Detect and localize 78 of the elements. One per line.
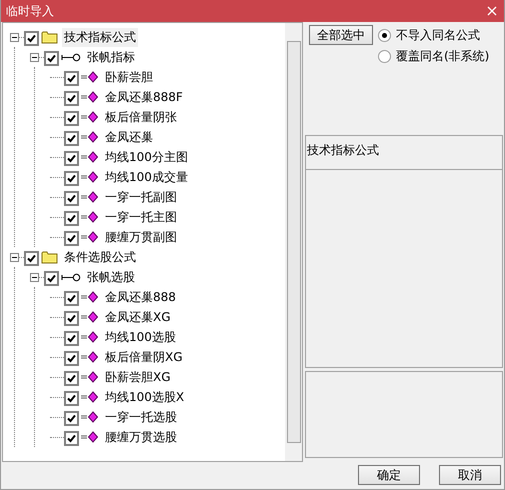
- key-icon: [61, 272, 81, 282]
- info-text: 技术指标公式: [307, 143, 379, 157]
- tree-item[interactable]: 金凤还巢: [103, 128, 155, 146]
- checkbox[interactable]: [64, 370, 79, 386]
- checkbox[interactable]: [64, 150, 79, 166]
- tree-item[interactable]: 张帆选股: [85, 268, 137, 286]
- formula-icon: [81, 351, 99, 363]
- ok-button[interactable]: 确定: [358, 465, 420, 485]
- formula-icon: [81, 131, 99, 143]
- tree-item[interactable]: 板后倍量阴XG: [103, 348, 185, 366]
- checkbox[interactable]: [64, 90, 79, 106]
- tree-item[interactable]: 均线100成交量: [103, 168, 190, 186]
- select-all-button[interactable]: 全部选中: [309, 25, 373, 45]
- formula-icon: [81, 331, 99, 343]
- formula-icon: [81, 371, 99, 383]
- radio-label: 覆盖同名(非系统): [396, 48, 490, 65]
- tree-item[interactable]: 技术指标公式: [62, 28, 138, 46]
- checkbox[interactable]: [24, 30, 39, 46]
- checkbox[interactable]: [64, 230, 79, 246]
- folder-icon: [41, 250, 58, 264]
- checkbox[interactable]: [44, 50, 59, 66]
- folder-icon: [41, 30, 58, 44]
- checkbox[interactable]: [64, 190, 79, 206]
- tree-item[interactable]: 板后倍量阴张: [103, 108, 179, 126]
- checkbox[interactable]: [64, 70, 79, 86]
- tree-item[interactable]: 均线100选股X: [103, 388, 186, 406]
- tree-item[interactable]: 腰缠万贯选股: [103, 428, 179, 446]
- tree-item[interactable]: 一穿一托副图: [103, 188, 179, 206]
- checkbox[interactable]: [64, 330, 79, 346]
- tree-item[interactable]: 均线100分主图: [103, 148, 190, 166]
- key-icon: [61, 52, 81, 62]
- formula-icon: [81, 91, 99, 103]
- tree-item[interactable]: 金凤还巢888F: [103, 88, 185, 106]
- tree-item[interactable]: 条件选股公式: [62, 248, 138, 266]
- formula-icon: [81, 311, 99, 323]
- checkbox[interactable]: [64, 310, 79, 326]
- close-icon[interactable]: [487, 6, 497, 16]
- checkbox[interactable]: [64, 110, 79, 126]
- cancel-button[interactable]: 取消: [439, 465, 501, 485]
- checkbox[interactable]: [64, 350, 79, 366]
- radio-button[interactable]: [378, 29, 391, 42]
- collapse-toggle-icon[interactable]: [30, 52, 39, 62]
- radio-button[interactable]: [378, 50, 391, 63]
- formula-icon: [81, 391, 99, 403]
- formula-icon: [81, 151, 99, 163]
- tree-item[interactable]: 金凤还巢888: [103, 288, 178, 306]
- formula-icon: [81, 211, 99, 223]
- tree-item[interactable]: 金凤还巢XG: [103, 308, 173, 326]
- checkbox[interactable]: [64, 390, 79, 406]
- tree-item[interactable]: 一穿一托主图: [103, 208, 179, 226]
- formula-icon: [81, 431, 99, 443]
- checkbox[interactable]: [64, 410, 79, 426]
- formula-icon: [81, 71, 99, 83]
- checkbox[interactable]: [64, 210, 79, 226]
- formula-icon: [81, 191, 99, 203]
- tree-item[interactable]: 均线100选股: [103, 328, 178, 346]
- checkbox[interactable]: [24, 250, 39, 266]
- checkbox[interactable]: [64, 430, 79, 446]
- collapse-toggle-icon[interactable]: [10, 252, 19, 262]
- checkbox[interactable]: [64, 130, 79, 146]
- formula-icon: [81, 171, 99, 183]
- tree-item[interactable]: 腰缠万贯副图: [103, 228, 179, 246]
- collapse-toggle-icon[interactable]: [10, 32, 19, 42]
- formula-icon: [81, 411, 99, 423]
- tree-item[interactable]: 一穿一托选股: [103, 408, 179, 426]
- formula-icon: [81, 231, 99, 243]
- scrollbar-thumb[interactable]: [287, 41, 301, 443]
- checkbox[interactable]: [64, 290, 79, 306]
- collapse-toggle-icon[interactable]: [30, 272, 39, 282]
- window-title: 临时导入: [6, 2, 54, 20]
- radio-label: 不导入同名公式: [396, 27, 480, 44]
- checkbox[interactable]: [44, 270, 59, 286]
- formula-icon: [81, 291, 99, 303]
- tree-item[interactable]: 卧薪尝胆: [103, 68, 155, 86]
- tree-item[interactable]: 卧薪尝胆XG: [103, 368, 173, 386]
- tree-item[interactable]: 张帆指标: [85, 48, 137, 66]
- formula-icon: [81, 111, 99, 123]
- checkbox[interactable]: [64, 170, 79, 186]
